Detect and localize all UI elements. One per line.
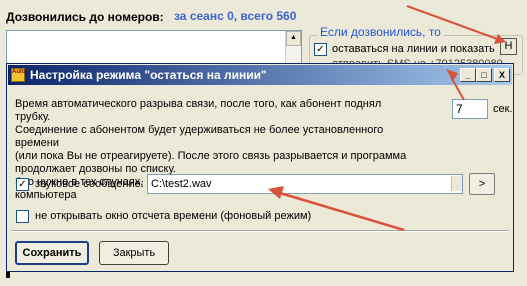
- session-stats: за сеанс 0, всего 560: [174, 9, 297, 23]
- stay-on-line-checkbox[interactable]: ✓: [314, 43, 327, 56]
- background-mode-label: не открывать окно отсчета времени (фонов…: [35, 210, 312, 222]
- dialog-title: Настройка режима "остаться на линии": [30, 68, 267, 82]
- stay-on-line-label: оставаться на линии и показать: [332, 43, 495, 55]
- background-mode-checkbox[interactable]: [16, 210, 29, 223]
- close-button[interactable]: Закрыть: [99, 241, 169, 265]
- separator: [11, 230, 509, 232]
- scroll-up-icon[interactable]: ▲: [286, 31, 301, 46]
- stay-on-line-dialog: Auto Настройка режима "остаться на линии…: [6, 63, 514, 272]
- maximize-button[interactable]: □: [476, 68, 492, 82]
- browse-button[interactable]: >: [469, 173, 495, 195]
- timeout-unit: сек.: [493, 103, 513, 115]
- sound-message-label: звуковое сообщение:: [35, 178, 144, 190]
- on-connect-group-title: Если дозвонились, то: [317, 25, 444, 39]
- close-window-button[interactable]: X: [494, 68, 510, 82]
- save-button[interactable]: Сохранить: [15, 241, 89, 265]
- connected-label: Дозвонились до номеров:: [6, 10, 164, 24]
- sound-file-input[interactable]: C:\test2.wav: [147, 174, 463, 194]
- app-icon: Auto: [11, 68, 26, 82]
- sound-message-checkbox[interactable]: ✓: [16, 178, 29, 191]
- sound-input-scrollbar[interactable]: [451, 176, 462, 191]
- dialog-titlebar[interactable]: Auto Настройка режима "остаться на линии…: [8, 65, 512, 85]
- h-button[interactable]: H: [500, 38, 517, 55]
- timeout-input[interactable]: 7: [452, 99, 488, 119]
- minimize-button[interactable]: _: [460, 68, 476, 82]
